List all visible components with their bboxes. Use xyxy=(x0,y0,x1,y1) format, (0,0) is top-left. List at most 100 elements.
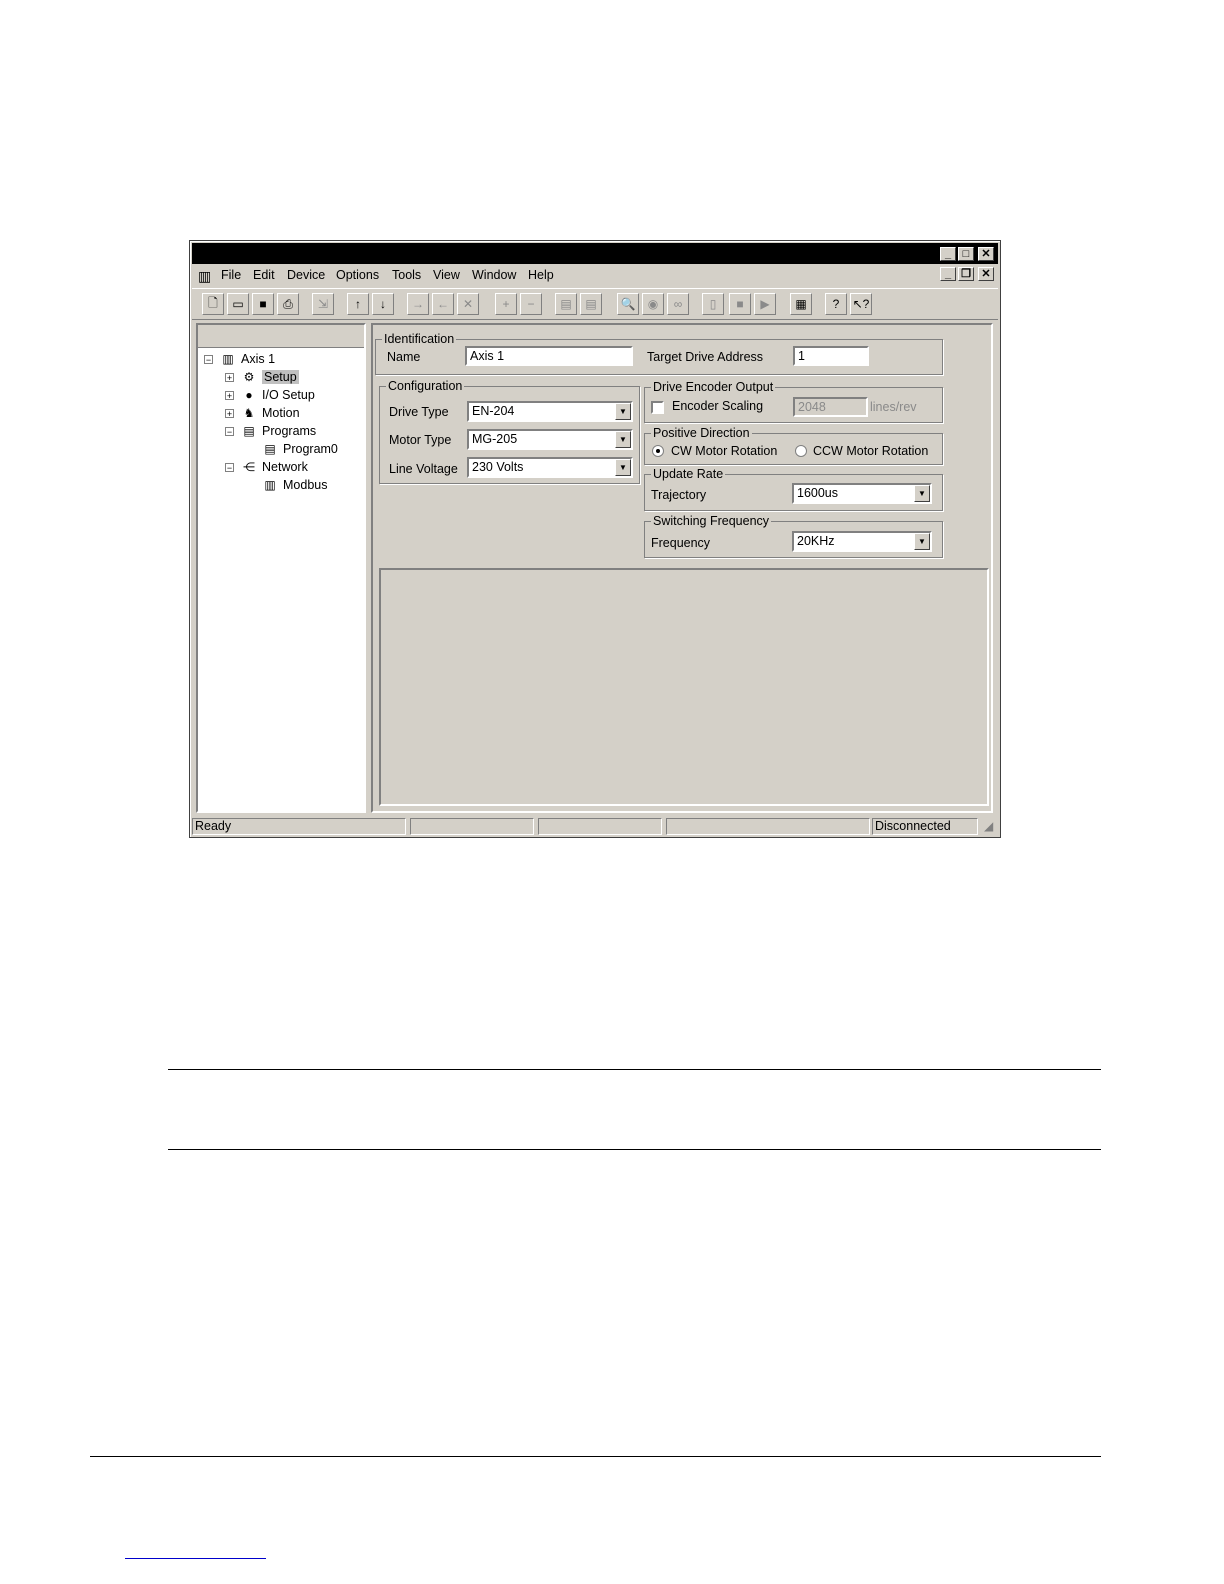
motor-type-label: Motor Type xyxy=(389,433,452,447)
cw-label: CW Motor Rotation xyxy=(671,444,778,458)
context-help-icon[interactable]: ↖? xyxy=(850,293,872,315)
program-b-icon[interactable]: ▤ xyxy=(580,293,602,315)
encoder-lines-field[interactable]: 2048 xyxy=(793,397,868,417)
receive-from-icon[interactable]: ← xyxy=(432,293,454,315)
line-voltage-select[interactable]: 230 Volts ▼ xyxy=(467,457,633,478)
zoom-icon[interactable]: 🔍 xyxy=(617,293,639,315)
import-icon[interactable]: ⇲ xyxy=(312,293,334,315)
link-underline[interactable] xyxy=(125,1558,266,1559)
child-close-button[interactable]: ✕ xyxy=(978,267,994,281)
menu-view[interactable]: View xyxy=(433,268,460,282)
collapse-icon[interactable]: − xyxy=(204,355,213,365)
drive-type-select[interactable]: EN-204 ▼ xyxy=(467,401,633,422)
tree-label: Programs xyxy=(262,424,317,438)
glasses-icon[interactable]: ∞ xyxy=(667,293,689,315)
menu-window[interactable]: Window xyxy=(472,268,516,282)
watch-icon[interactable]: ◉ xyxy=(642,293,664,315)
add-item-icon[interactable]: + xyxy=(495,293,517,315)
tree-label: Axis 1 xyxy=(241,352,276,366)
drive-type-value: EN-204 xyxy=(472,404,515,418)
open-folder-icon[interactable]: ▭ xyxy=(227,293,249,315)
download-icon[interactable]: ↓ xyxy=(372,293,394,315)
ccw-radio[interactable] xyxy=(795,445,807,457)
minimize-button[interactable]: _ xyxy=(940,247,956,261)
save-icon[interactable]: ■ xyxy=(252,293,274,315)
tree-node-motion[interactable]: ♞ Motion xyxy=(241,405,300,421)
resize-grip-icon[interactable]: ◢ xyxy=(984,819,993,833)
trajectory-value: 1600us xyxy=(797,486,839,500)
tree-node-network[interactable]: ⋲ Network xyxy=(241,459,308,475)
app-icon: ▥ xyxy=(198,268,212,284)
tree-label: Motion xyxy=(262,406,300,420)
maximize-button[interactable]: □ xyxy=(958,247,974,261)
tree-node-axis[interactable]: ▥ Axis 1 xyxy=(220,351,275,367)
child-minimize-button[interactable]: _ xyxy=(940,267,956,281)
chevron-down-icon[interactable]: ▼ xyxy=(615,403,631,420)
upload-icon[interactable]: ↑ xyxy=(347,293,369,315)
io-setup-icon: ● xyxy=(245,388,253,402)
encoder-scaling-checkbox[interactable] xyxy=(651,401,664,414)
program-a-icon[interactable]: ▤ xyxy=(555,293,577,315)
new-file-icon[interactable]: 🗋 xyxy=(202,293,224,315)
chevron-down-icon[interactable]: ▼ xyxy=(615,459,631,476)
name-field[interactable]: Axis 1 xyxy=(465,346,633,366)
cancel-icon[interactable]: ✕ xyxy=(457,293,479,315)
window-layout-icon[interactable]: ▦ xyxy=(790,293,812,315)
expand-icon[interactable]: + xyxy=(225,409,234,419)
tree-node-setup[interactable]: ⚙ Setup xyxy=(241,369,299,385)
menu-tools[interactable]: Tools xyxy=(392,268,421,282)
motion-icon: ♞ xyxy=(243,406,255,420)
tree-label: Network xyxy=(262,460,308,474)
tree-node-io-setup[interactable]: ● I/O Setup xyxy=(241,387,314,403)
expand-icon[interactable]: + xyxy=(225,391,234,401)
run-icon[interactable]: ▶ xyxy=(754,293,776,315)
ccw-label: CCW Motor Rotation xyxy=(813,444,929,458)
trajectory-select[interactable]: 1600us ▼ xyxy=(792,483,932,504)
menu-help[interactable]: Help xyxy=(528,268,554,282)
remove-item-icon[interactable]: − xyxy=(520,293,542,315)
send-to-icon[interactable]: → xyxy=(407,293,429,315)
close-button[interactable]: ✕ xyxy=(978,247,994,261)
tree-node-modbus[interactable]: ▥ Modbus xyxy=(262,477,327,493)
chevron-down-icon[interactable]: ▼ xyxy=(615,431,631,448)
child-restore-button[interactable]: ❐ xyxy=(958,267,974,281)
status-ready: Ready xyxy=(192,818,406,835)
group-legend: Drive Encoder Output xyxy=(651,380,776,394)
print-icon[interactable]: ⎙ xyxy=(277,293,299,315)
menu-file[interactable]: File xyxy=(221,268,241,282)
application-window: _ □ ✕ ▥ File Edit Device Options Tools V… xyxy=(189,240,1001,838)
menu-device[interactable]: Device xyxy=(287,268,325,282)
chevron-down-icon[interactable]: ▼ xyxy=(914,533,930,550)
status-pane xyxy=(538,818,662,835)
stop-icon[interactable]: ■ xyxy=(729,293,751,315)
motor-type-select[interactable]: MG-205 ▼ xyxy=(467,429,633,450)
menu-options[interactable]: Options xyxy=(336,268,379,282)
status-pane xyxy=(666,818,870,835)
positive-direction-group: Positive Direction CW Motor Rotation CCW… xyxy=(644,426,943,465)
line-voltage-value: 230 Volts xyxy=(472,460,524,474)
cw-radio[interactable] xyxy=(652,445,664,457)
group-legend: Positive Direction xyxy=(651,426,752,440)
tree-node-programs[interactable]: ▤ Programs xyxy=(241,423,316,439)
tree-node-program0[interactable]: ▤ Program0 xyxy=(262,441,338,457)
frequency-select[interactable]: 20KHz ▼ xyxy=(792,531,932,552)
axis-icon: ▥ xyxy=(222,352,234,366)
chevron-down-icon[interactable]: ▼ xyxy=(914,485,930,502)
divider xyxy=(168,1149,1101,1150)
setup-icon: ⚙ xyxy=(243,370,255,384)
title-bar: _ □ ✕ xyxy=(192,243,998,264)
setup-panel: Identification Name Axis 1 Target Drive … xyxy=(371,323,993,813)
motor-type-value: MG-205 xyxy=(472,432,518,446)
menu-edit[interactable]: Edit xyxy=(253,268,275,282)
drive-icon[interactable]: ▯ xyxy=(702,293,724,315)
expand-icon[interactable]: + xyxy=(225,373,234,383)
drive-type-label: Drive Type xyxy=(389,405,449,419)
configuration-group: Configuration Drive Type EN-204 ▼ Motor … xyxy=(379,379,640,484)
group-legend: Update Rate xyxy=(651,467,726,481)
collapse-icon[interactable]: − xyxy=(225,463,234,473)
address-field[interactable]: 1 xyxy=(793,346,869,366)
help-icon[interactable]: ? xyxy=(825,293,847,315)
group-legend: Identification xyxy=(382,332,457,346)
group-legend: Switching Frequency xyxy=(651,514,772,528)
collapse-icon[interactable]: − xyxy=(225,427,234,437)
